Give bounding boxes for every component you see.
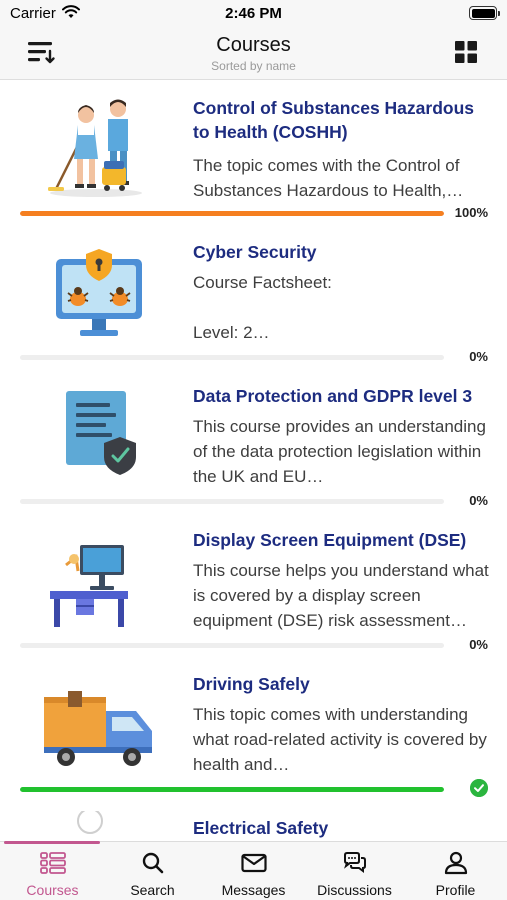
course-description: This course helps you understand what is… (193, 561, 489, 630)
sort-subtitle: Sorted by name (211, 59, 296, 73)
cleaners-illustration (48, 99, 142, 197)
course-item[interactable]: Electrical Safety (0, 801, 507, 841)
completed-check-icon (470, 779, 488, 797)
course-item[interactable]: Driving Safely This topic comes with und… (0, 657, 507, 801)
desk-monitor-illustration (50, 545, 128, 627)
tab-label: Search (130, 882, 175, 898)
progress-bar (20, 355, 444, 360)
tab-label: Courses (26, 882, 79, 898)
progress-percent: 0% (469, 637, 488, 652)
tab-label: Messages (221, 882, 286, 898)
envelope-icon (241, 853, 267, 873)
delivery-truck-illustration (44, 691, 152, 766)
nav-header: Courses Sorted by name (0, 28, 507, 80)
progress-percent: 0% (469, 349, 488, 364)
progress-bar (20, 499, 444, 504)
search-icon (142, 852, 164, 874)
status-bar: Carrier 2:46 PM (0, 0, 507, 28)
tab-messages[interactable]: Messages (203, 842, 304, 900)
tab-search[interactable]: Search (102, 842, 203, 900)
course-list[interactable]: Control of Substances Hazardous to Healt… (0, 81, 507, 841)
course-title[interactable]: Electrical Safety (193, 816, 493, 840)
status-time: 2:46 PM (225, 5, 282, 22)
courses-list-icon (40, 852, 66, 874)
progress-percent: 100% (454, 205, 488, 220)
tab-profile[interactable]: Profile (405, 842, 506, 900)
tab-label: Discussions (317, 882, 392, 898)
course-title[interactable]: Cyber Security (193, 240, 493, 264)
course-description: This topic comes with understanding what… (193, 705, 487, 774)
grid-view-icon[interactable] (455, 41, 477, 63)
battery-icon (469, 6, 500, 20)
electrical-safety-illustration (77, 811, 103, 834)
tab-bar: Courses Search Messages Discussions Prof… (0, 841, 507, 900)
tab-courses[interactable]: Courses (2, 842, 103, 900)
course-title[interactable]: Control of Substances Hazardous to Healt… (193, 96, 493, 144)
cyber-security-illustration (56, 249, 142, 336)
chat-bubbles-icon (344, 852, 366, 873)
progress-bar (20, 787, 444, 792)
course-item[interactable]: Display Screen Equipment (DSE) This cour… (0, 513, 507, 657)
course-description: Course Factsheet: Level: 2… (193, 273, 332, 342)
course-title[interactable]: Data Protection and GDPR level 3 (193, 384, 493, 408)
person-icon (444, 851, 468, 875)
course-title[interactable]: Driving Safely (193, 672, 493, 696)
page-title: Courses (216, 34, 291, 56)
tab-discussions[interactable]: Discussions (304, 842, 405, 900)
course-item[interactable]: Cyber Security Course Factsheet: Level: … (0, 225, 507, 369)
course-item[interactable]: Control of Substances Hazardous to Healt… (0, 81, 507, 225)
course-description: This course provides an understanding of… (193, 417, 486, 486)
course-item[interactable]: Data Protection and GDPR level 3 This co… (0, 369, 507, 513)
progress-percent: 0% (469, 493, 488, 508)
data-protection-illustration (66, 391, 136, 475)
course-description: The topic comes with the Control of Subs… (193, 156, 464, 200)
progress-bar (20, 211, 444, 216)
tab-label: Profile (435, 882, 476, 898)
progress-bar (20, 643, 444, 648)
course-title[interactable]: Display Screen Equipment (DSE) (193, 528, 493, 552)
